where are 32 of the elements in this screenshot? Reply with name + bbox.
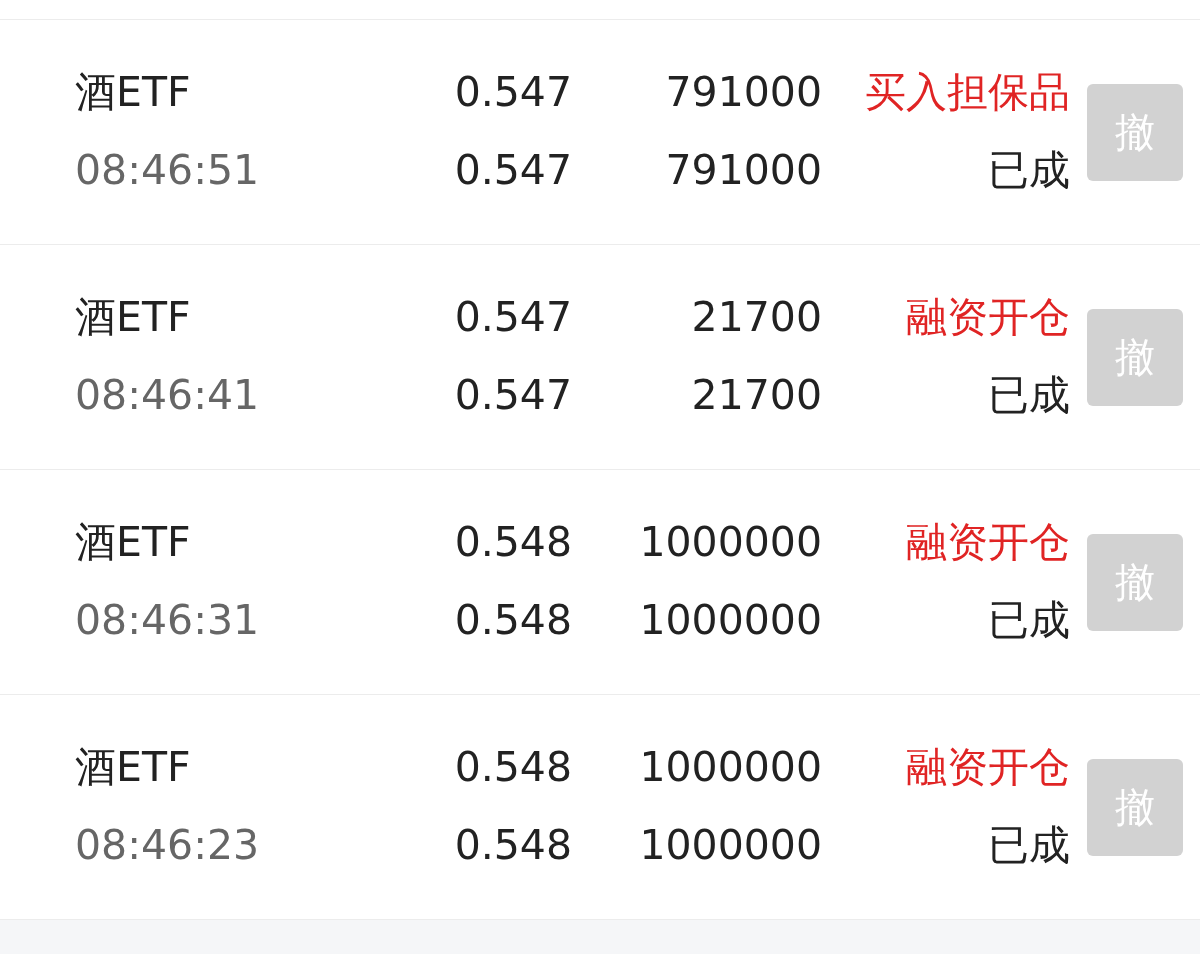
order-price: 0.548 xyxy=(454,745,572,791)
security-name: 酒ETF xyxy=(75,70,192,116)
deal-price: 0.548 xyxy=(454,823,572,869)
deal-price: 0.548 xyxy=(454,598,572,644)
order-time: 08:46:23 xyxy=(75,823,261,869)
order-type: 融资开仓 xyxy=(906,295,1070,341)
order-quantity: 1000000 xyxy=(639,520,822,566)
order-time: 08:46:51 xyxy=(75,148,261,194)
order-quantity: 791000 xyxy=(665,70,822,116)
order-status: 已成 xyxy=(988,148,1070,194)
order-status: 已成 xyxy=(988,823,1070,869)
order-type: 买入担保品 xyxy=(865,70,1070,116)
order-quantity: 21700 xyxy=(691,295,822,341)
security-name: 酒ETF xyxy=(75,745,192,791)
order-status: 已成 xyxy=(988,373,1070,419)
deal-quantity: 791000 xyxy=(665,148,822,194)
security-name: 酒ETF xyxy=(75,520,192,566)
deal-quantity: 1000000 xyxy=(639,823,822,869)
order-type: 融资开仓 xyxy=(906,745,1070,791)
deal-quantity: 1000000 xyxy=(639,598,822,644)
order-type: 融资开仓 xyxy=(906,520,1070,566)
deal-quantity: 21700 xyxy=(691,373,822,419)
order-time: 08:46:41 xyxy=(75,373,261,419)
order-status: 已成 xyxy=(988,598,1070,644)
deal-price: 0.547 xyxy=(454,373,572,419)
order-price: 0.547 xyxy=(454,295,572,341)
order-quantity: 1000000 xyxy=(639,745,822,791)
order-time: 08:46:31 xyxy=(75,598,261,644)
deal-price: 0.547 xyxy=(454,148,572,194)
order-price: 0.548 xyxy=(454,520,572,566)
security-name: 酒ETF xyxy=(75,295,192,341)
order-price: 0.547 xyxy=(454,70,572,116)
